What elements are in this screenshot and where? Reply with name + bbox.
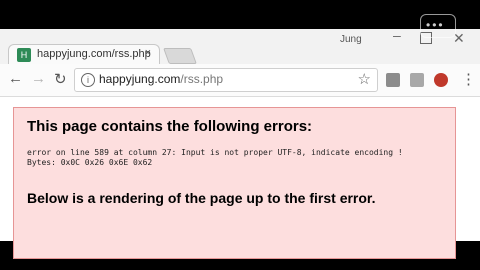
minimize-icon[interactable]: – [393, 27, 407, 43]
menu-icon[interactable]: ⋮ [461, 70, 476, 88]
rendering-note: Below is a rendering of the page up to t… [27, 190, 376, 206]
tab-title: happyjung.com/rss.php [37, 48, 151, 60]
url-path: /rss.php [180, 72, 224, 86]
tab-close-icon[interactable]: × [145, 47, 151, 59]
extension-icon[interactable] [410, 73, 424, 87]
title-bar: H happyjung.com/rss.php × Jung – ✕ [0, 27, 480, 66]
new-tab-button[interactable] [163, 48, 197, 64]
site-info-icon[interactable]: i [81, 73, 95, 87]
error-heading: This page contains the following errors: [27, 118, 313, 135]
address-bar[interactable]: i happyjung.com/rss.php ☆ [74, 68, 378, 92]
bookmark-star-icon[interactable]: ☆ [358, 70, 371, 88]
adblock-icon[interactable] [434, 73, 448, 87]
url-text[interactable]: happyjung.com/rss.php [99, 72, 223, 86]
reload-icon[interactable]: ↻ [54, 70, 67, 88]
favicon-icon: H [17, 48, 31, 62]
extension-icon[interactable] [386, 73, 400, 87]
url-host: happyjung.com [99, 72, 181, 86]
overlay-dots: ••• [426, 18, 445, 32]
error-detail: error on line 589 at column 27: Input is… [27, 148, 403, 167]
browser-tab[interactable]: H happyjung.com/rss.php × [8, 44, 160, 66]
browser-window: H happyjung.com/rss.php × Jung – ✕ ← → ↻… [0, 27, 480, 259]
back-arrow-icon[interactable]: ← [8, 70, 23, 87]
profile-name[interactable]: Jung [340, 34, 362, 45]
browser-toolbar: ← → ↻ i happyjung.com/rss.php ☆ ⋮ [0, 64, 480, 97]
xml-error-box: This page contains the following errors:… [13, 107, 456, 259]
forward-arrow-icon[interactable]: → [31, 70, 46, 87]
